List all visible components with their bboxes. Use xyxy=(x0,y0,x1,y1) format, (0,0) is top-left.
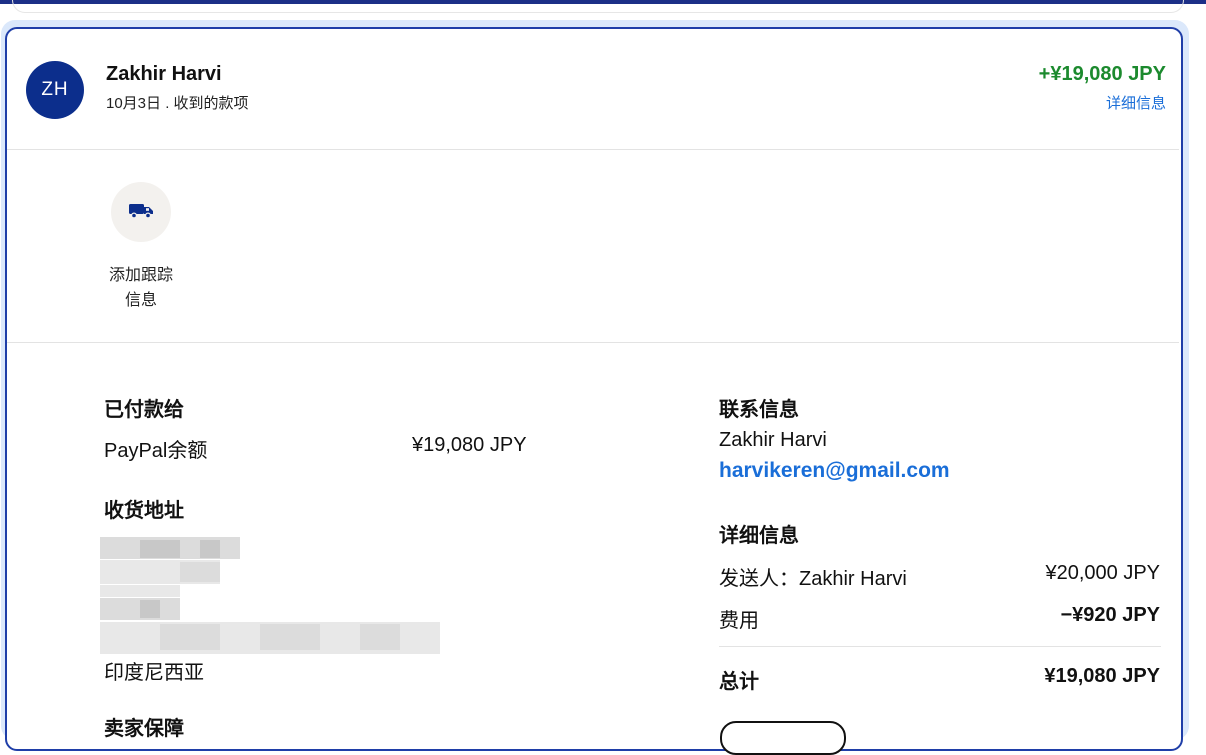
total-label: 总计 xyxy=(719,671,759,693)
payer-name: Zakhir Harvi xyxy=(106,63,222,85)
add-tracking-button[interactable] xyxy=(111,182,171,242)
action-button[interactable] xyxy=(720,721,846,755)
sender-label: 发送人：Zakhir Harvi xyxy=(719,568,907,590)
sender-amount: ¥20,000 JPY xyxy=(1045,562,1160,584)
truck-icon xyxy=(128,201,154,224)
contact-title: 联系信息 xyxy=(719,399,799,421)
transaction-subtitle: 10月3日 . 收到的款项 xyxy=(106,95,249,112)
paid-to-title: 已付款给 xyxy=(104,399,184,421)
fee-label: 费用 xyxy=(719,610,759,632)
divider xyxy=(7,342,1179,343)
previous-card-edge xyxy=(12,0,1184,13)
divider xyxy=(7,149,1179,150)
avatar: ZH xyxy=(26,61,84,119)
total-amount: ¥19,080 JPY xyxy=(1044,665,1160,687)
divider xyxy=(719,646,1161,647)
received-amount: +¥19,080 JPY xyxy=(1038,63,1166,85)
add-tracking-label-line1: 添加跟踪 xyxy=(108,267,173,284)
contact-name: Zakhir Harvi xyxy=(719,429,827,451)
shipping-title: 收货地址 xyxy=(104,500,184,522)
details-title: 详细信息 xyxy=(719,525,799,547)
fee-amount: −¥920 JPY xyxy=(1060,604,1160,626)
paid-to-amount: ¥19,080 JPY xyxy=(412,434,527,456)
details-link[interactable]: 详细信息 xyxy=(1106,92,1166,113)
add-tracking-label-line2: 信息 xyxy=(124,292,157,309)
paid-to-method: PayPal余额 xyxy=(104,440,208,462)
add-tracking-label[interactable]: 添加跟踪 信息 xyxy=(96,263,186,313)
shipping-country: 印度尼西亚 xyxy=(104,662,204,684)
contact-email-link[interactable]: harvikeren@gmail.com xyxy=(719,459,950,483)
seller-protection-title: 卖家保障 xyxy=(104,718,184,740)
